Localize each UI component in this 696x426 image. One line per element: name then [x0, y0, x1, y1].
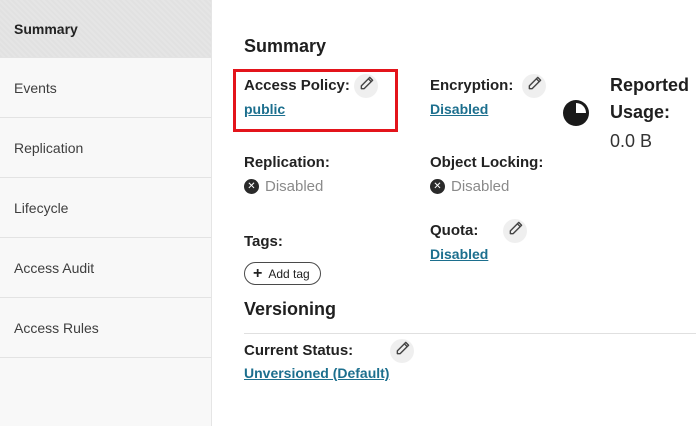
current-status-link[interactable]: Unversioned (Default) [244, 365, 389, 381]
disabled-x-icon: ✕ [244, 179, 259, 194]
current-status-label: Current Status: [244, 342, 354, 359]
add-tag-label: Add tag [268, 266, 310, 281]
pencil-icon [359, 76, 374, 96]
tags-label: Tags: [244, 233, 283, 250]
pencil-icon [395, 341, 410, 361]
usage-pie-icon [562, 99, 590, 132]
pencil-icon [527, 76, 542, 96]
sidebar-item-summary[interactable]: Summary [0, 0, 211, 58]
disabled-x-icon: ✕ [430, 179, 445, 194]
quota-label: Quota: [430, 222, 479, 239]
object-locking-status: ✕ Disabled [430, 178, 509, 195]
encryption-label: Encryption: [430, 77, 514, 94]
reported-usage-label-line2: Usage: [610, 102, 671, 122]
encryption-edit-button[interactable] [522, 74, 546, 98]
pencil-icon [508, 221, 523, 241]
quota-link[interactable]: Disabled [430, 246, 488, 262]
sidebar-item-events[interactable]: Events [0, 58, 211, 118]
object-locking-label: Object Locking: [430, 154, 544, 171]
object-locking-value: Disabled [451, 178, 510, 195]
sidebar-item-access-rules[interactable]: Access Rules [0, 298, 211, 358]
versioning-divider [244, 333, 696, 334]
versioning-title: Versioning [244, 299, 337, 319]
access-policy-link[interactable]: public [244, 101, 285, 117]
sidebar-item-lifecycle[interactable]: Lifecycle [0, 178, 211, 238]
sidebar-item-replication[interactable]: Replication [0, 118, 211, 178]
reported-usage-value: 0.0 B [610, 131, 653, 151]
replication-value: Disabled [265, 178, 324, 195]
sidebar: Summary Events Replication Lifecycle Acc… [0, 0, 212, 426]
reported-usage-label-line1: Reported [610, 75, 690, 95]
versioning-edit-button[interactable] [390, 339, 414, 363]
replication-label: Replication: [244, 154, 330, 171]
access-policy-label: Access Policy: [244, 77, 350, 94]
encryption-link[interactable]: Disabled [430, 101, 488, 117]
add-tag-button[interactable]: + Add tag [244, 262, 321, 285]
replication-status: ✕ Disabled [244, 178, 323, 195]
plus-icon: + [253, 264, 263, 282]
quota-edit-button[interactable] [503, 219, 527, 243]
summary-title: Summary [244, 36, 327, 56]
access-policy-edit-button[interactable] [354, 74, 378, 98]
sidebar-item-access-audit[interactable]: Access Audit [0, 238, 211, 298]
